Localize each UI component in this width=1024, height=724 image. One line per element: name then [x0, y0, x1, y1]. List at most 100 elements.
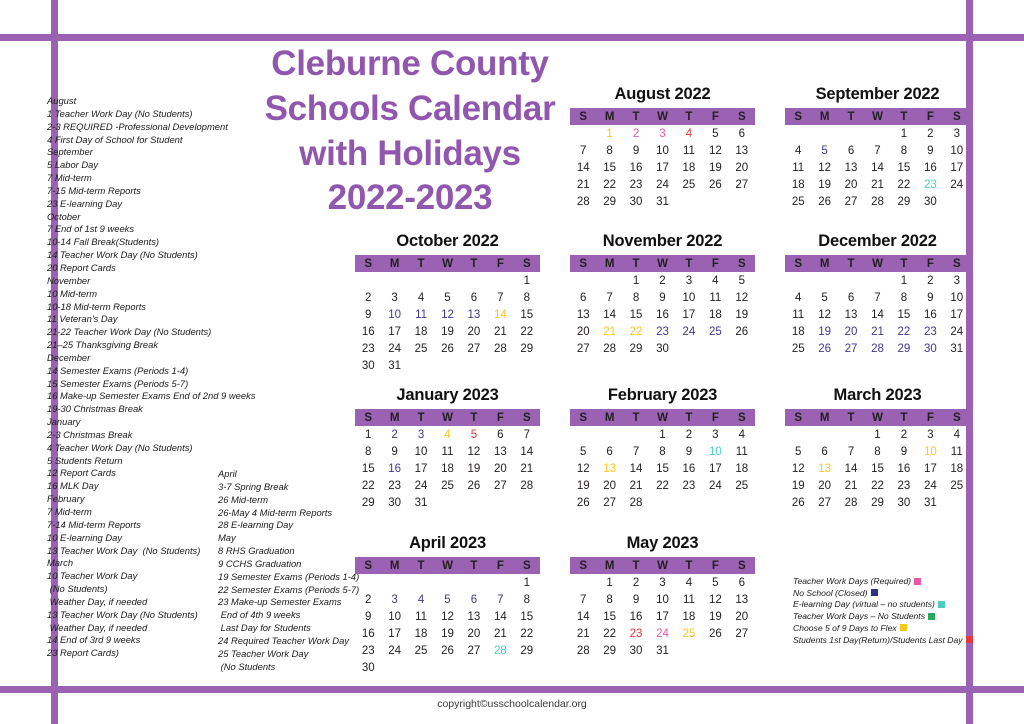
day-cell[interactable]: 26	[461, 478, 487, 495]
day-cell[interactable]: 18	[702, 307, 728, 324]
day-cell[interactable]: 2	[891, 427, 917, 444]
day-cell[interactable]: 16	[355, 324, 381, 341]
day-cell[interactable]: 28	[570, 643, 596, 660]
day-cell[interactable]: 23	[623, 626, 649, 643]
day-cell[interactable]: 25	[944, 478, 970, 495]
day-cell[interactable]: 16	[917, 307, 943, 324]
day-cell[interactable]: 28	[596, 341, 622, 358]
day-cell[interactable]: 18	[434, 461, 460, 478]
day-cell[interactable]: 13	[570, 307, 596, 324]
day-cell[interactable]: 2	[623, 575, 649, 592]
day-cell[interactable]: 4	[944, 427, 970, 444]
day-cell[interactable]: 14	[864, 307, 890, 324]
day-cell[interactable]: 16	[917, 160, 943, 177]
day-cell[interactable]: 21	[838, 478, 864, 495]
day-cell[interactable]: 17	[649, 160, 675, 177]
day-cell[interactable]: 15	[514, 307, 540, 324]
day-cell[interactable]: 30	[917, 194, 943, 211]
day-cell[interactable]: 13	[729, 592, 755, 609]
day-cell[interactable]: 27	[570, 341, 596, 358]
day-cell[interactable]: 25	[702, 324, 728, 341]
day-cell[interactable]: 6	[461, 592, 487, 609]
day-cell[interactable]: 20	[729, 609, 755, 626]
day-cell[interactable]: 9	[623, 143, 649, 160]
day-cell[interactable]: 11	[676, 592, 702, 609]
day-cell[interactable]: 28	[514, 478, 540, 495]
day-cell[interactable]: 24	[917, 478, 943, 495]
day-cell[interactable]: 8	[649, 444, 675, 461]
day-cell[interactable]: 26	[702, 626, 728, 643]
day-cell[interactable]: 12	[434, 307, 460, 324]
day-cell[interactable]: 6	[487, 427, 513, 444]
day-cell[interactable]: 1	[355, 427, 381, 444]
day-cell[interactable]: 2	[649, 273, 675, 290]
day-cell[interactable]: 6	[596, 444, 622, 461]
day-cell[interactable]: 28	[838, 495, 864, 512]
day-cell[interactable]: 20	[596, 478, 622, 495]
day-cell[interactable]: 16	[676, 461, 702, 478]
day-cell[interactable]: 3	[381, 290, 407, 307]
day-cell[interactable]: 9	[917, 290, 943, 307]
day-cell[interactable]: 8	[891, 290, 917, 307]
day-cell[interactable]: 5	[702, 126, 728, 143]
day-cell[interactable]: 11	[785, 160, 811, 177]
day-cell[interactable]: 5	[434, 290, 460, 307]
day-cell[interactable]: 15	[514, 609, 540, 626]
day-cell[interactable]: 9	[355, 307, 381, 324]
day-cell[interactable]: 2	[381, 427, 407, 444]
day-cell[interactable]: 22	[596, 177, 622, 194]
day-cell[interactable]: 28	[623, 495, 649, 512]
day-cell[interactable]: 12	[434, 609, 460, 626]
day-cell[interactable]: 10	[944, 290, 970, 307]
day-cell[interactable]: 6	[838, 143, 864, 160]
day-cell[interactable]: 24	[676, 324, 702, 341]
day-cell[interactable]: 9	[623, 592, 649, 609]
day-cell[interactable]: 12	[811, 160, 837, 177]
day-cell[interactable]: 29	[891, 194, 917, 211]
day-cell[interactable]: 26	[729, 324, 755, 341]
day-cell[interactable]: 21	[864, 177, 890, 194]
day-cell[interactable]: 27	[461, 643, 487, 660]
day-cell[interactable]: 12	[570, 461, 596, 478]
day-cell[interactable]: 11	[785, 307, 811, 324]
day-cell[interactable]: 10	[676, 290, 702, 307]
day-cell[interactable]: 31	[917, 495, 943, 512]
day-cell[interactable]: 30	[649, 341, 675, 358]
day-cell[interactable]: 19	[702, 160, 728, 177]
day-cell[interactable]: 28	[487, 643, 513, 660]
day-cell[interactable]: 9	[917, 143, 943, 160]
day-cell[interactable]: 11	[408, 609, 434, 626]
day-cell[interactable]: 19	[811, 324, 837, 341]
day-cell[interactable]: 30	[623, 643, 649, 660]
day-cell[interactable]: 3	[649, 126, 675, 143]
day-cell[interactable]: 9	[676, 444, 702, 461]
day-cell[interactable]: 3	[702, 427, 728, 444]
day-cell[interactable]: 12	[729, 290, 755, 307]
day-cell[interactable]: 10	[917, 444, 943, 461]
day-cell[interactable]: 2	[355, 290, 381, 307]
day-cell[interactable]: 17	[381, 324, 407, 341]
day-cell[interactable]: 29	[596, 643, 622, 660]
day-cell[interactable]: 13	[487, 444, 513, 461]
day-cell[interactable]: 21	[864, 324, 890, 341]
day-cell[interactable]: 22	[355, 478, 381, 495]
day-cell[interactable]: 4	[785, 143, 811, 160]
day-cell[interactable]: 22	[649, 478, 675, 495]
day-cell[interactable]: 7	[864, 143, 890, 160]
day-cell[interactable]: 3	[944, 273, 970, 290]
day-cell[interactable]: 22	[891, 177, 917, 194]
day-cell[interactable]: 22	[891, 324, 917, 341]
day-cell[interactable]: 5	[785, 444, 811, 461]
day-cell[interactable]: 23	[355, 341, 381, 358]
day-cell[interactable]: 12	[702, 592, 728, 609]
day-cell[interactable]: 29	[355, 495, 381, 512]
day-cell[interactable]: 24	[408, 478, 434, 495]
day-cell[interactable]: 29	[514, 643, 540, 660]
day-cell[interactable]: 24	[944, 177, 970, 194]
day-cell[interactable]: 6	[729, 575, 755, 592]
day-cell[interactable]: 24	[649, 177, 675, 194]
day-cell[interactable]: 10	[944, 143, 970, 160]
day-cell[interactable]: 20	[487, 461, 513, 478]
day-cell[interactable]: 13	[729, 143, 755, 160]
day-cell[interactable]: 9	[355, 609, 381, 626]
